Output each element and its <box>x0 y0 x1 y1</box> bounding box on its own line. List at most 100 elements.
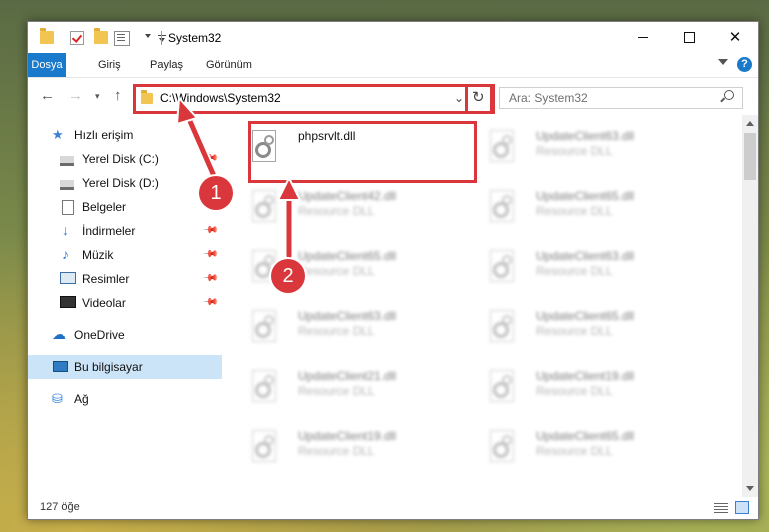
file-item[interactable]: UpdateClient65.dll Resource DLL <box>460 299 686 353</box>
scroll-up-icon[interactable] <box>746 121 754 126</box>
pin-icon[interactable]: 📌 <box>201 294 218 311</box>
scroll-down-icon[interactable] <box>746 486 754 491</box>
sidebar-item-downloads[interactable]: ↓ İndirmeler 📌 <box>28 219 222 243</box>
file-item[interactable]: UpdateClient63.dll Resource DLL <box>460 119 686 173</box>
tab-gorunum[interactable]: Görünüm <box>196 53 262 77</box>
file-item[interactable]: UpdateClient63.dll Resource DLL <box>460 239 686 293</box>
search-icon[interactable] <box>724 90 734 100</box>
onedrive-icon: ☁ <box>52 326 66 342</box>
status-bar: 127 öğe <box>28 497 758 519</box>
file-item[interactable]: UpdateClient63.dll Resource DLL <box>222 299 448 353</box>
details-view-icon[interactable] <box>714 502 728 513</box>
file-item[interactable]: UpdateClient65.dll Resource DLL <box>460 179 686 233</box>
pin-icon[interactable]: 📌 <box>201 222 218 239</box>
sidebar-item-pictures[interactable]: Resimler 📌 <box>28 267 222 291</box>
file-name: UpdateClient63.dll <box>298 309 397 323</box>
sidebar-item-videos[interactable]: Videolar 📌 <box>28 291 222 315</box>
vertical-scrollbar[interactable] <box>742 115 758 497</box>
ribbon-tabs: Dosya Giriş Paylaş Görünüm ? <box>28 53 758 77</box>
sidebar-item-this-pc[interactable]: Bu bilgisayar <box>28 355 222 379</box>
file-item[interactable]: UpdateClient65.dll Resource DLL <box>222 239 448 293</box>
sidebar-item-network[interactable]: ⛁ Ağ <box>28 387 222 411</box>
file-type: Resource DLL <box>536 204 613 218</box>
pin-icon[interactable]: 📌 <box>201 270 218 287</box>
file-item[interactable]: UpdateClient19.dll Resource DLL <box>460 359 686 413</box>
new-folder-icon[interactable] <box>94 28 108 44</box>
sidebar-item-music[interactable]: ♪ Müzik 📌 <box>28 243 222 267</box>
file-item[interactable]: UpdateClient42.dll Resource DLL <box>222 179 448 233</box>
item-count: 127 öğe <box>40 501 80 513</box>
back-arrow-icon[interactable]: ← <box>40 87 55 104</box>
sidebar-item-label: Yerel Disk (C:) <box>82 152 159 166</box>
file-name: UpdateClient65.dll <box>536 309 635 323</box>
refresh-icon: ↻ <box>472 89 485 106</box>
file-explorer-window: System32 ✕ Dosya Giriş Paylaş Görünüm ? … <box>27 21 759 520</box>
expand-ribbon-icon[interactable] <box>718 59 728 65</box>
file-item[interactable]: UpdateClient65.dll Resource DLL <box>460 419 686 473</box>
close-icon: ✕ <box>728 29 742 46</box>
file-type: Resource DLL <box>536 324 613 338</box>
sidebar-item-label: Resimler <box>82 272 130 286</box>
recent-locations-icon[interactable]: ▾ <box>95 91 100 102</box>
file-type: Resource DLL <box>298 264 375 278</box>
maximize-icon <box>684 32 695 43</box>
dll-file-icon <box>249 370 276 402</box>
sidebar-item-quick-access[interactable]: ★ Hızlı erişim <box>28 123 222 147</box>
file-type: Resource DLL <box>298 324 375 338</box>
sidebar-item-label: Müzik <box>82 248 114 262</box>
sidebar-item-label: Yerel Disk (D:) <box>82 176 159 190</box>
title-separator <box>161 31 162 45</box>
downloads-icon: ↓ <box>62 222 69 238</box>
pin-icon[interactable]: 📌 <box>201 246 218 263</box>
file-name: UpdateClient63.dll <box>536 129 635 143</box>
help-icon[interactable]: ? <box>737 57 752 72</box>
refresh-button[interactable]: ↻ <box>465 84 493 114</box>
file-name: UpdateClient65.dll <box>536 189 635 203</box>
scroll-thumb[interactable] <box>744 133 756 180</box>
music-icon: ♪ <box>62 246 69 262</box>
large-icons-view-icon[interactable] <box>735 501 749 514</box>
tab-paylas[interactable]: Paylaş <box>140 53 193 77</box>
maximize-button[interactable] <box>666 22 712 53</box>
properties-check-icon[interactable] <box>70 31 84 45</box>
up-arrow-icon[interactable]: ↑ <box>114 87 122 104</box>
close-button[interactable]: ✕ <box>712 22 758 53</box>
sidebar-item-label: Videolar <box>82 296 126 310</box>
documents-icon <box>62 200 74 215</box>
folder-icon <box>141 90 153 104</box>
step-1-badge: 1 <box>199 176 233 210</box>
customize-toolbar-icon[interactable] <box>158 35 166 42</box>
address-path: C:\Windows\System32 <box>160 91 281 105</box>
quick-access-properties-icon[interactable] <box>114 31 130 46</box>
title-bar: System32 ✕ <box>28 22 758 53</box>
minimize-icon <box>638 37 648 38</box>
pictures-icon <box>60 272 76 284</box>
sidebar-item-onedrive[interactable]: ☁ OneDrive <box>28 323 222 347</box>
drive-icon <box>60 156 74 166</box>
sidebar-item-local-disk-c[interactable]: Yerel Disk (C:) 📌 <box>28 147 222 171</box>
sidebar-item-local-disk-d[interactable]: Yerel Disk (D:) <box>28 171 222 195</box>
search-placeholder: Ara: System32 <box>509 91 588 105</box>
search-input[interactable]: Ara: System32 <box>499 87 743 109</box>
dll-file-icon <box>249 430 276 462</box>
navigation-pane: ★ Hızlı erişim Yerel Disk (C:) 📌 Yerel D… <box>28 115 222 497</box>
tab-giris[interactable]: Giriş <box>88 53 131 77</box>
dll-file-icon <box>249 190 276 222</box>
dll-file-icon <box>487 190 514 222</box>
file-name: UpdateClient42.dll <box>298 189 397 203</box>
file-name: UpdateClient21.dll <box>298 369 397 383</box>
pin-icon[interactable]: 📌 <box>201 150 218 167</box>
file-item[interactable]: UpdateClient19.dll Resource DLL <box>222 419 448 473</box>
minimize-button[interactable] <box>620 22 666 53</box>
address-bar[interactable]: C:\Windows\System32 ⌄ <box>133 84 495 114</box>
tab-dosya[interactable]: Dosya <box>28 53 66 77</box>
chevron-down-icon[interactable] <box>145 34 151 38</box>
file-item[interactable]: UpdateClient21.dll Resource DLL <box>222 359 448 413</box>
sidebar-item-label: Ağ <box>74 392 89 406</box>
file-type: Resource DLL <box>298 384 375 398</box>
sidebar-item-label: İndirmeler <box>82 224 136 238</box>
forward-arrow-icon[interactable]: → <box>68 87 83 104</box>
chevron-down-icon[interactable]: ⌄ <box>454 91 464 105</box>
sidebar-item-documents[interactable]: Belgeler <box>28 195 222 219</box>
sidebar-item-label: Belgeler <box>82 200 127 214</box>
